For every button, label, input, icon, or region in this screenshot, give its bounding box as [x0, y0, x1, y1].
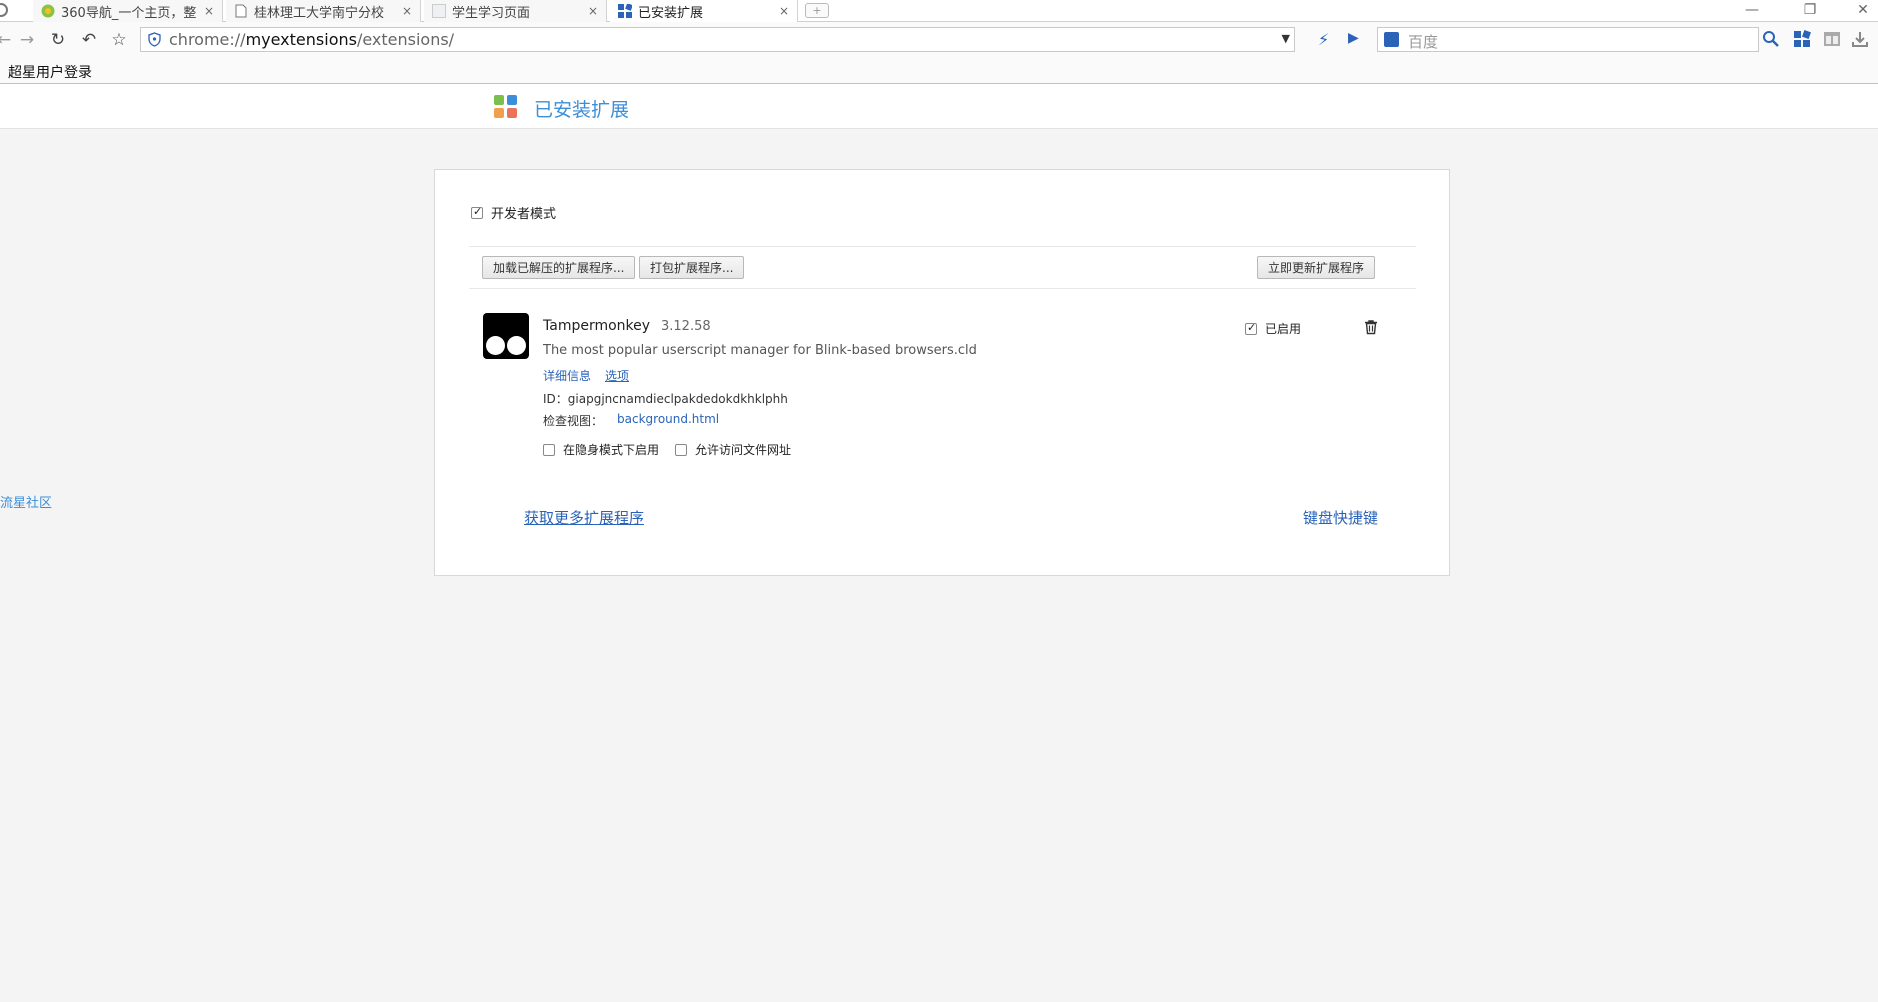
developer-mode-label: 开发者模式 — [491, 207, 557, 222]
reload-button[interactable]: ↻ — [48, 30, 68, 50]
undo-close-button[interactable]: ↶ — [79, 30, 99, 50]
page-title: 已安装扩展 — [534, 99, 630, 121]
enabled-toggle[interactable]: 已启用 — [1245, 320, 1301, 337]
divider — [469, 288, 1416, 289]
url-scheme: chrome:// — [169, 30, 246, 49]
minimize-button[interactable]: — — [1737, 0, 1767, 20]
tab-strip: 360导航_一个主页，整 × 桂林理工大学南宁分校 × 学生学习页面 × 已安装… — [0, 0, 1878, 22]
extension-description: The most popular userscript manager for … — [543, 343, 977, 358]
extension-version: 3.12.58 — [661, 319, 711, 334]
page-icon — [234, 4, 248, 18]
extension-name: Tampermonkey — [543, 318, 651, 334]
search-icon[interactable] — [1762, 30, 1782, 50]
search-box[interactable]: 百度 — [1377, 27, 1759, 52]
sidebar-toggle-icon[interactable] — [1823, 30, 1843, 50]
incognito-checkbox[interactable] — [543, 443, 555, 456]
file-access-label: 允许访问文件网址 — [695, 443, 792, 457]
extensions-toolbar-icon[interactable] — [1793, 30, 1813, 50]
search-placeholder: 百度 — [1408, 33, 1439, 51]
extension-id: ID：giapgjncnamdieclpakdedokdkhklphh — [543, 390, 788, 407]
extensions-logo-icon — [494, 95, 517, 118]
play-icon[interactable]: ▶ — [1348, 30, 1359, 46]
download-icon[interactable] — [1851, 30, 1871, 50]
incognito-option[interactable]: 在隐身模式下启用 — [543, 441, 659, 458]
incognito-label: 在隐身模式下启用 — [563, 443, 660, 457]
extensions-icon — [618, 4, 632, 18]
extensions-panel: 开发者模式 加载已解压的扩展程序... 打包扩展程序... 立即更新扩展程序 T… — [434, 169, 1450, 576]
close-window-button[interactable]: ✕ — [1848, 0, 1878, 20]
close-tab-icon[interactable]: × — [777, 4, 791, 18]
trash-icon[interactable] — [1363, 319, 1379, 335]
360-globe-icon — [41, 4, 55, 18]
inspect-views-label: 检查视图： — [543, 414, 604, 428]
community-link[interactable]: 流星社区 — [0, 492, 52, 511]
browser-toolbar: ← → ↻ ↶ ☆ chrome://myextensions/extensio… — [0, 22, 1878, 58]
close-tab-icon[interactable]: × — [202, 4, 216, 18]
bookmark-bar: 超星用户登录 — [0, 58, 1878, 84]
developer-mode-toggle[interactable]: 开发者模式 — [471, 203, 556, 222]
keyboard-shortcuts-link[interactable]: 键盘快捷键 — [1303, 507, 1378, 528]
tab-title: 已安装扩展 — [638, 5, 704, 21]
blank-page-icon — [432, 4, 446, 18]
bookmark-star-button[interactable]: ☆ — [109, 30, 129, 50]
url-path: /extensions/ — [356, 30, 455, 49]
tab-student-study[interactable]: 学生学习页面 × — [424, 0, 607, 22]
new-tab-button[interactable]: + — [805, 3, 829, 18]
load-unpacked-button[interactable]: 加载已解压的扩展程序... — [482, 256, 636, 279]
extension-links: 详细信息 选项 — [543, 367, 629, 384]
tampermonkey-icon — [483, 313, 529, 359]
details-link[interactable]: 详细信息 — [543, 367, 591, 384]
developer-mode-checkbox[interactable] — [471, 205, 483, 219]
baidu-logo-icon — [1384, 32, 1399, 47]
address-bar[interactable]: chrome://myextensions/extensions/ ▼ — [140, 27, 1295, 52]
tab-360-navigation[interactable]: 360导航_一个主页，整 × — [33, 0, 223, 22]
extension-id-label: ID： — [543, 392, 568, 406]
enabled-checkbox[interactable] — [1245, 321, 1257, 335]
tab-title: 360导航_一个主页，整 — [61, 5, 197, 21]
inspect-views: 检查视图： background.html — [543, 412, 719, 429]
tab-title: 桂林理工大学南宁分校 — [254, 5, 385, 21]
url-host: myextensions — [245, 30, 357, 49]
file-access-checkbox[interactable] — [675, 443, 688, 456]
plus-icon: + — [812, 4, 822, 17]
back-button[interactable]: ← — [0, 30, 14, 50]
background-page-link[interactable]: background.html — [617, 412, 719, 429]
file-access-option[interactable]: 允许访问文件网址 — [675, 441, 791, 458]
page-header: 已安装扩展 — [0, 84, 1878, 129]
close-tab-icon[interactable]: × — [586, 4, 600, 18]
options-link[interactable]: 选项 — [605, 367, 629, 384]
chevron-down-icon[interactable]: ▼ — [1282, 32, 1290, 45]
extension-options: 在隐身模式下启用 允许访问文件网址 — [543, 441, 791, 458]
lightning-icon[interactable]: ⚡ — [1318, 30, 1329, 49]
tab-search-icon[interactable] — [0, 3, 8, 17]
tab-installed-extensions[interactable]: 已安装扩展 × — [610, 0, 798, 22]
bookmark-item[interactable]: 超星用户登录 — [8, 62, 92, 82]
shield-icon — [148, 32, 161, 47]
restore-button[interactable]: ❐ — [1795, 0, 1825, 20]
tab-glut-nanning[interactable]: 桂林理工大学南宁分校 × — [226, 0, 421, 22]
extension-id-value: giapgjncnamdieclpakdedokdkhklphh — [567, 392, 788, 406]
get-more-extensions-link[interactable]: 获取更多扩展程序 — [524, 507, 644, 528]
tab-title: 学生学习页面 — [452, 5, 531, 21]
update-extensions-button[interactable]: 立即更新扩展程序 — [1257, 256, 1376, 279]
divider — [469, 246, 1416, 247]
forward-button[interactable]: → — [17, 30, 37, 50]
close-tab-icon[interactable]: × — [400, 4, 414, 18]
address-text: chrome://myextensions/extensions/ — [169, 30, 454, 49]
enabled-label: 已启用 — [1265, 322, 1302, 336]
pack-extension-button[interactable]: 打包扩展程序... — [639, 256, 745, 279]
